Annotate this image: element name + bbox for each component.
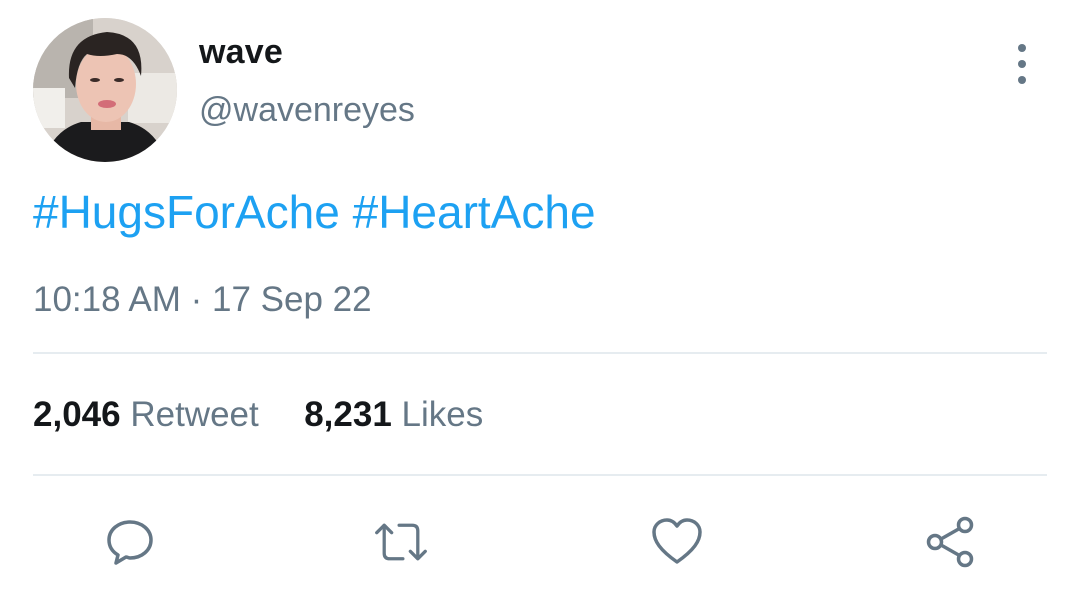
share-button[interactable] [922, 514, 978, 570]
avatar[interactable] [33, 18, 177, 162]
likes-stat[interactable]: 8,231 Likes [304, 395, 483, 434]
retweets-label: Retweet [130, 395, 259, 434]
like-button[interactable] [649, 514, 705, 570]
speech-bubble-icon [107, 520, 153, 565]
retweet-arrows-icon [375, 523, 427, 561]
divider [33, 352, 1047, 354]
tweet-date: 17 Sep 22 [212, 280, 372, 319]
timestamp-separator: · [190, 280, 203, 319]
more-dot [1018, 76, 1026, 84]
more-dot [1018, 60, 1026, 68]
more-dot [1018, 44, 1026, 52]
display-name[interactable]: wave [199, 33, 283, 72]
share-nodes-icon [926, 516, 974, 568]
tweet-stats: 2,046 Retweet 8,231 Likes [33, 395, 483, 435]
retweets-stat[interactable]: 2,046 Retweet [33, 395, 268, 434]
hashtag-link[interactable]: #HeartAche [353, 186, 596, 238]
tweet-timestamp: 10:18 AM · 17 Sep 22 [33, 280, 372, 320]
likes-count: 8,231 [304, 395, 392, 434]
hashtag-link[interactable]: #HugsForAche [33, 186, 340, 238]
divider [33, 474, 1047, 476]
reply-button[interactable] [102, 514, 158, 570]
tweet-time: 10:18 AM [33, 280, 181, 319]
more-options-icon[interactable] [1004, 44, 1040, 84]
profile-photo-icon [33, 18, 177, 162]
heart-icon [652, 518, 702, 564]
retweets-count: 2,046 [33, 395, 121, 434]
likes-label: Likes [401, 395, 484, 434]
user-handle[interactable]: @wavenreyes [199, 91, 415, 130]
tweet-text: #HugsForAche #HeartAche [33, 185, 596, 239]
retweet-button[interactable] [373, 514, 429, 570]
